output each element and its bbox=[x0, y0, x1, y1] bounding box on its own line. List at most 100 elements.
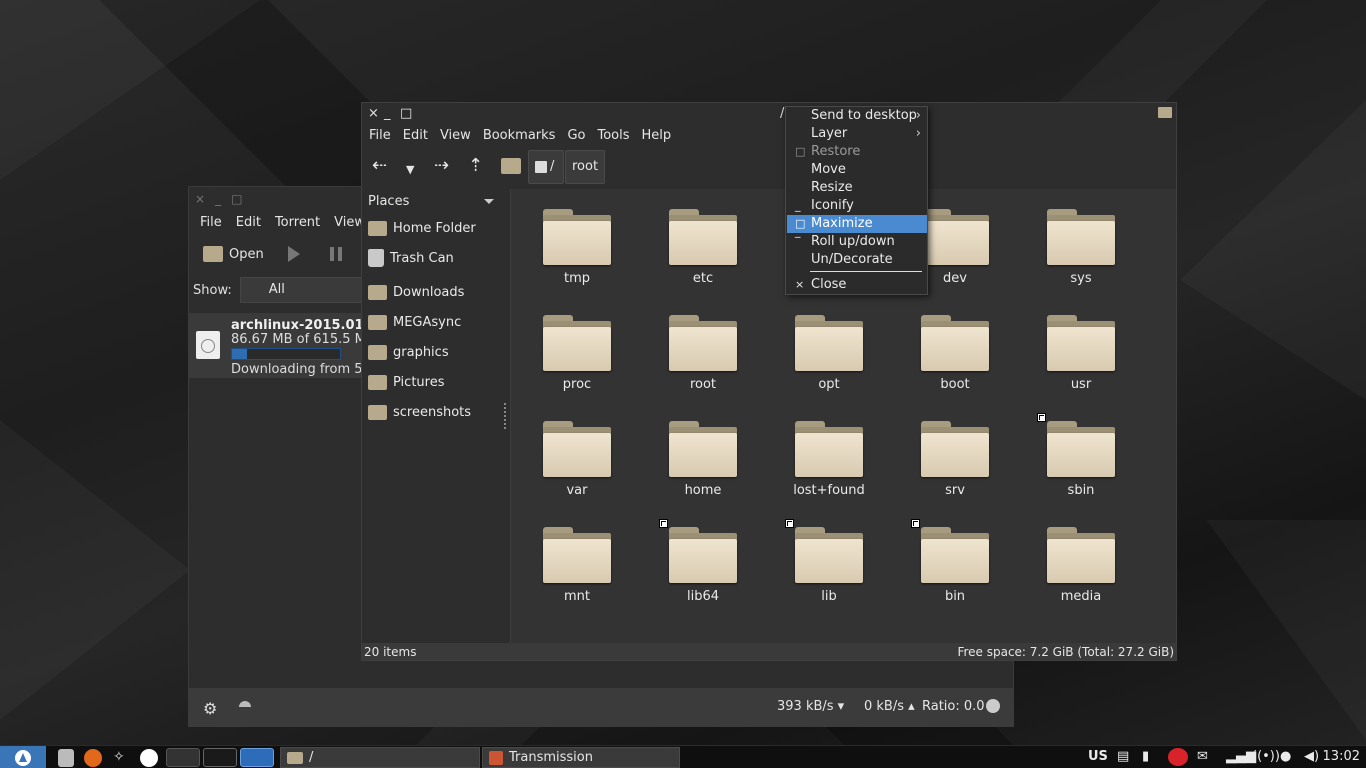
folder-item[interactable]: usr bbox=[1033, 301, 1129, 401]
folder-icon bbox=[669, 315, 737, 371]
ratio-icon[interactable] bbox=[986, 699, 1000, 713]
mail-icon[interactable]: ✉ bbox=[1197, 749, 1208, 764]
folder-item[interactable]: media bbox=[1033, 513, 1129, 613]
ratio-label[interactable]: Ratio: 0.0 bbox=[922, 699, 985, 714]
close-icon[interactable]: × bbox=[195, 192, 205, 206]
up-icon[interactable]: ⇡ bbox=[468, 157, 483, 175]
menu-tools[interactable]: Tools bbox=[591, 128, 635, 143]
sidebar-item-trash-can[interactable]: Trash Can bbox=[362, 243, 504, 273]
folder-item[interactable]: etc bbox=[655, 195, 751, 295]
workspace-2[interactable] bbox=[203, 748, 237, 767]
minimize-icon[interactable]: _ bbox=[215, 192, 221, 206]
menu-item-label: Resize bbox=[811, 180, 853, 195]
workspace-3[interactable] bbox=[240, 748, 274, 767]
sidebar-item-pictures[interactable]: Pictures bbox=[362, 367, 504, 397]
menu-file[interactable]: File bbox=[363, 128, 397, 143]
pane-splitter[interactable] bbox=[504, 403, 508, 429]
file-manager-launcher-icon[interactable] bbox=[58, 749, 74, 767]
start-icon[interactable] bbox=[287, 246, 300, 262]
folder-item[interactable]: lib bbox=[781, 513, 877, 613]
menu-item-resize[interactable]: Resize bbox=[787, 179, 927, 197]
filemanager-window[interactable]: × _ □ / File Edit View Bookmarks Go Tool… bbox=[361, 102, 1177, 661]
menu-item-restore[interactable]: □ Restore bbox=[787, 143, 927, 161]
menu-item-close[interactable]: × Close bbox=[787, 276, 927, 294]
pause-icon[interactable] bbox=[329, 247, 342, 261]
folder-item[interactable]: mnt bbox=[529, 513, 625, 613]
sidebar-item-megasync[interactable]: MEGAsync bbox=[362, 307, 504, 337]
start-button[interactable] bbox=[0, 746, 46, 768]
folder-item[interactable]: boot bbox=[907, 301, 1003, 401]
menu-help[interactable]: Help bbox=[636, 128, 678, 143]
task-transmission[interactable]: Transmission bbox=[482, 747, 680, 768]
open-button[interactable]: Open bbox=[203, 246, 264, 262]
sidebar-item-downloads[interactable]: Downloads bbox=[362, 277, 504, 307]
folder-item[interactable]: var bbox=[529, 407, 625, 507]
path-root-button[interactable]: / bbox=[528, 150, 564, 184]
folder-item[interactable]: home bbox=[655, 407, 751, 507]
drive-icon bbox=[535, 161, 547, 173]
menu-item-roll-up-down[interactable]: ‾ Roll up/down bbox=[787, 233, 927, 251]
menu-torrent[interactable]: Torrent bbox=[268, 215, 327, 230]
firefox-icon[interactable] bbox=[84, 749, 102, 767]
folder-item[interactable]: proc bbox=[529, 301, 625, 401]
maximize-icon[interactable]: □ bbox=[231, 192, 242, 206]
folder-icon bbox=[543, 209, 611, 265]
folder-item[interactable]: opt bbox=[781, 301, 877, 401]
volume-icon[interactable]: ◀) bbox=[1304, 749, 1319, 764]
network-launcher-icon[interactable]: ✧ bbox=[113, 749, 131, 767]
menu-file[interactable]: File bbox=[193, 215, 229, 230]
folder-item[interactable]: srv bbox=[907, 407, 1003, 507]
folder-item[interactable]: tmp bbox=[529, 195, 625, 295]
clock[interactable]: 13:02 bbox=[1323, 749, 1360, 764]
menu-item-move[interactable]: Move bbox=[787, 161, 927, 179]
keyboard-layout[interactable]: US bbox=[1088, 749, 1108, 764]
back-icon[interactable]: ⇠ bbox=[372, 157, 387, 175]
places-sidebar: Places Home Folder Trash Can Downloads MEGA… bbox=[362, 189, 504, 645]
folder-item[interactable]: root bbox=[655, 301, 751, 401]
turtle-icon[interactable] bbox=[239, 701, 251, 707]
minimize-icon[interactable]: _ bbox=[384, 106, 391, 121]
home-icon[interactable] bbox=[501, 158, 521, 174]
menu-item-layer[interactable]: Layer › bbox=[787, 125, 927, 143]
folder-item[interactable]: lib64 bbox=[655, 513, 751, 613]
chat-icon[interactable]: ● bbox=[1280, 749, 1291, 764]
menu-bookmarks[interactable]: Bookmarks bbox=[477, 128, 562, 143]
menu-edit[interactable]: Edit bbox=[229, 215, 268, 230]
mega-icon[interactable] bbox=[1168, 748, 1188, 766]
battery-icon[interactable]: ▮ bbox=[1142, 749, 1149, 764]
menu-view[interactable]: View bbox=[434, 128, 477, 143]
gear-icon[interactable]: ⚙ bbox=[203, 699, 217, 718]
task-filemanager[interactable]: / bbox=[280, 747, 480, 768]
sidebar-item-graphics[interactable]: graphics bbox=[362, 337, 504, 367]
close-icon[interactable]: × bbox=[368, 106, 379, 121]
folder-icon bbox=[921, 421, 989, 477]
folder-item[interactable]: sys bbox=[1033, 195, 1129, 295]
clipboard-icon[interactable]: ▤ bbox=[1117, 749, 1129, 764]
symlink-icon bbox=[659, 519, 668, 528]
folder-item[interactable]: sbin bbox=[1033, 407, 1129, 507]
menu-item-iconify[interactable]: _ Iconify bbox=[787, 197, 927, 215]
folder-item[interactable]: bin bbox=[907, 513, 1003, 613]
menu-item-send-to-desktop[interactable]: Send to desktop › bbox=[787, 107, 927, 125]
amazon-icon[interactable] bbox=[140, 749, 158, 767]
filter-select[interactable]: All bbox=[239, 277, 380, 303]
menu-item-un-decorate[interactable]: Un/Decorate bbox=[787, 251, 927, 269]
window-context-menu: Send to desktop › Layer › □ Restore Move Resize… bbox=[785, 106, 928, 295]
torrent-row[interactable]: archlinux-2015.01.01-d 86.67 MB of 615.5… bbox=[189, 313, 401, 378]
item-count: 20 items bbox=[364, 644, 417, 659]
folder-label: lost+found bbox=[793, 483, 865, 498]
menu-edit[interactable]: Edit bbox=[397, 128, 434, 143]
folder-item[interactable]: lost+found bbox=[781, 407, 877, 507]
chevron-down-icon[interactable]: ▼ bbox=[406, 161, 414, 179]
forward-icon[interactable]: ⇢ bbox=[434, 157, 449, 175]
menu-go[interactable]: Go bbox=[561, 128, 591, 143]
wireless-icon[interactable]: ((•)) bbox=[1252, 749, 1280, 764]
path-crumb-root[interactable]: root bbox=[565, 150, 606, 184]
maximize-icon[interactable]: □ bbox=[400, 106, 412, 121]
places-header[interactable]: Places bbox=[362, 189, 504, 213]
folder-icon bbox=[1047, 527, 1115, 583]
menu-item-maximize[interactable]: □ Maximize bbox=[787, 215, 927, 233]
sidebar-item-screenshots[interactable]: screenshots bbox=[362, 397, 504, 427]
sidebar-item-home-folder[interactable]: Home Folder bbox=[362, 213, 504, 243]
workspace-1[interactable] bbox=[166, 748, 200, 767]
